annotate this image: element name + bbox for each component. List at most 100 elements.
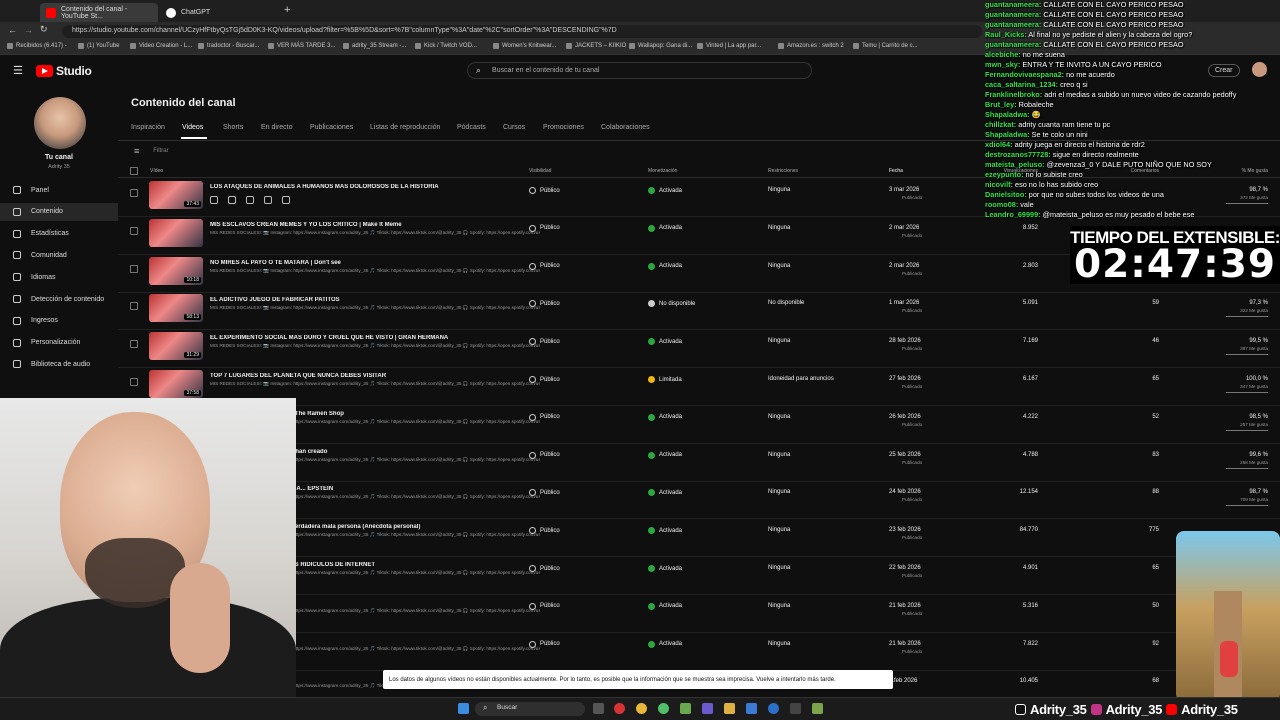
tab-videos[interactable]: Videos [182,124,203,131]
monetization-cell[interactable]: Activada [648,187,682,194]
tab-inspiraci-n[interactable]: Inspiración [131,124,165,131]
filter-bar[interactable]: ≡ Filtrar [134,146,169,156]
windows-start-icon[interactable] [458,703,469,714]
monetization-cell[interactable]: No disponible [648,300,695,308]
bookmark-item[interactable]: tradoctor - Buscar... [198,43,259,49]
video-thumbnail[interactable]: 58:13 [149,294,203,323]
chrome-icon[interactable] [636,703,647,714]
row-checkbox[interactable] [130,378,138,386]
browser-tab-chatgpt[interactable]: ChatGPT [160,3,270,22]
sidebar-item-panel[interactable]: Panel [0,181,118,199]
bookmark-item[interactable]: Kick / Twitch VOD... [415,43,477,49]
forward-icon[interactable]: → [24,25,33,35]
reload-icon[interactable]: ↻ [40,24,48,35]
video-thumbnail[interactable]: 10:18 [149,256,203,285]
video-thumbnail[interactable] [149,218,203,247]
folder-icon[interactable] [724,703,735,714]
monetization-cell[interactable]: Activada [648,451,682,459]
sidebar-item-detecci-n-de-contenido[interactable]: Detección de contenido [0,290,118,308]
sidebar-item-estad-sticas[interactable]: Estadísticas [0,225,118,243]
tab-publicaciones[interactable]: Publicaciones [310,124,353,131]
bookmark-item[interactable]: Wallapop: Gana di... [629,43,692,49]
visibility-cell[interactable]: Público [529,187,560,194]
monetization-cell[interactable]: Activada [648,262,682,270]
monetization-cell[interactable]: Activada [648,602,682,610]
analytics-icon[interactable] [228,196,236,204]
video-title[interactable]: NO MIRES AL PAYO O TE MATARÁ | Don't see [210,260,510,266]
url-field[interactable]: https://studio.youtube.com/channel/UCzyH… [62,25,982,38]
tab-en-directo[interactable]: En directo [261,124,293,131]
edge-icon[interactable] [768,703,779,714]
visibility-cell[interactable]: Público [529,224,560,232]
more-icon[interactable] [282,196,290,204]
bookmark-item[interactable]: Amazon.es : switch 2 [778,43,844,49]
new-tab-icon[interactable]: + [284,4,290,16]
app-icon-2[interactable] [746,703,757,714]
video-title[interactable]: LOS ATAQUES DE ANIMALES A HUMANOS MÁS DO… [210,184,510,190]
studio-logo[interactable]: Studio [36,64,92,78]
bookmark-item[interactable]: VER MÁS TARDE 3... [268,43,335,49]
video-title[interactable]: EL EXPERIMENTO SOCIAL MÁS DURO Y CRUEL Q… [210,335,510,341]
visibility-cell[interactable]: Público [529,413,560,421]
visibility-cell[interactable]: Público [529,338,560,346]
youtube-play-icon[interactable] [264,196,272,204]
col-visibility[interactable]: Visibilidad [529,168,551,174]
bookmark-item[interactable]: (1) YouTube [78,43,119,49]
opera-icon[interactable] [614,703,625,714]
row-checkbox[interactable] [130,302,138,311]
visibility-cell[interactable]: Público [529,376,560,383]
browser-tab-studio[interactable]: Contenido del canal - YouTube St... [40,3,158,22]
app-icon-3[interactable] [790,703,801,714]
sidebar-item-biblioteca-de-audio[interactable]: Biblioteca de audio [0,355,118,373]
bookmark-item[interactable]: JACKETS – KIIKIO [566,43,626,49]
row-checkbox[interactable] [130,340,138,349]
comments-icon[interactable] [246,196,254,204]
visibility-cell[interactable]: Público [529,640,560,648]
table-row[interactable]: 58:13 EL ADICTIVO JUEGO DE FABRICAR PATIT… [118,292,1280,331]
back-icon[interactable]: ← [8,25,17,35]
visibility-cell[interactable]: Público [529,300,560,308]
visibility-cell[interactable]: Público [529,565,560,572]
col-date[interactable]: Fecha [889,168,903,174]
bookmark-item[interactable]: Women's Knitwear... [493,43,556,49]
row-checkbox[interactable] [130,189,138,197]
edit-icon[interactable] [210,196,218,204]
bookmark-item[interactable]: Recibidos (6.417) - [7,43,67,49]
sidebar-item-comunidad[interactable]: Comunidad [0,246,118,264]
visibility-cell[interactable]: Público [529,489,560,497]
search-input[interactable]: ⌕ Buscar en el contenido de tu canal [467,62,812,79]
tab-cursos[interactable]: Cursos [503,124,525,131]
col-monetization[interactable]: Monetización [648,168,677,174]
video-thumbnail[interactable]: 37:43 [149,181,203,209]
menu-icon[interactable]: ☰ [13,64,23,77]
visibility-cell[interactable]: Público [529,602,560,610]
bookmark-item[interactable]: adrity_35 Stream -... [343,43,406,49]
task-view-icon[interactable] [593,703,604,714]
tab-promociones[interactable]: Promociones [543,124,584,131]
tab-colaboraciones[interactable]: Colaboraciones [601,124,650,131]
monetization-cell[interactable]: Activada [648,489,682,497]
video-title[interactable]: EL ADICTIVO JUEGO DE FABRICAR PATITOS [210,297,510,303]
monetization-cell[interactable]: Activada [648,527,682,535]
monetization-cell[interactable]: Limitada [648,376,682,383]
visibility-cell[interactable]: Público [529,262,560,270]
video-thumbnail[interactable]: 37:58 [149,370,203,398]
monetization-cell[interactable]: Activada [648,224,682,232]
visibility-cell[interactable]: Público [529,527,560,535]
sidebar-item-ingresos[interactable]: Ingresos [0,312,118,330]
col-restrictions[interactable]: Restricciones [768,168,798,174]
video-thumbnail[interactable]: 31:29 [149,332,203,361]
sidebar-item-idiomas[interactable]: Idiomas [0,268,118,286]
tab-listas-de-reproducci-n[interactable]: Listas de reproducción [370,124,440,131]
bookmark-item[interactable]: Video Creation - L... [130,43,192,49]
sidebar-item-contenido[interactable]: Contenido [0,202,118,221]
app-icon[interactable] [658,703,669,714]
app-icon-4[interactable] [812,703,823,714]
table-row[interactable]: 31:29 EL EXPERIMENTO SOCIAL MÁS DURO Y CR… [118,330,1280,369]
bookmark-item[interactable]: Vinted | La app par... [697,43,761,49]
row-checkbox[interactable] [130,226,138,235]
monetization-cell[interactable]: Activada [648,338,682,346]
discord-icon[interactable] [702,703,713,714]
monetization-cell[interactable]: Activada [648,565,682,572]
bookmark-item[interactable]: Temu | Carrito de c... [853,43,918,49]
